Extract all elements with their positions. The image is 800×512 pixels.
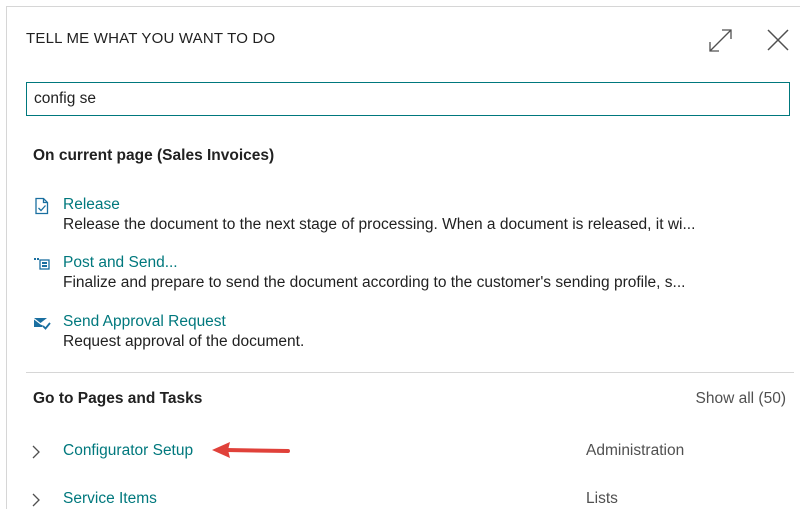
pages-tasks-heading: Go to Pages and Tasks	[33, 390, 203, 407]
chevron-right-icon	[32, 445, 40, 459]
action-send-approval-request-link[interactable]: Send Approval Request	[63, 313, 226, 331]
result-link[interactable]: Configurator Setup	[63, 442, 193, 460]
search-input[interactable]	[26, 82, 790, 116]
result-row-configurator-setup[interactable]: Configurator Setup Administration	[30, 440, 800, 464]
document-release-icon	[35, 197, 49, 215]
current-page-heading: On current page (Sales Invoices)	[33, 147, 275, 164]
close-icon	[767, 29, 789, 51]
action-send-approval-request-description: Request approval of the document.	[63, 333, 305, 350]
chevron-right-icon	[32, 493, 40, 507]
result-category: Administration	[586, 442, 685, 459]
action-release[interactable]: Release Release the document to the next…	[33, 196, 793, 238]
section-divider	[26, 372, 794, 373]
expand-button[interactable]	[704, 24, 736, 56]
post-and-send-icon	[34, 258, 50, 270]
result-row-service-items[interactable]: Service Items Lists	[30, 488, 800, 512]
show-all-link[interactable]: Show all (50)	[696, 390, 786, 408]
dialog-title: TELL ME WHAT YOU WANT TO DO	[26, 30, 276, 47]
action-send-approval-request[interactable]: Send Approval Request Request approval o…	[33, 313, 793, 355]
expand-icon	[709, 29, 732, 52]
result-category: Lists	[586, 490, 618, 507]
annotation-arrow-icon	[212, 442, 290, 458]
action-post-and-send-link[interactable]: Post and Send...	[63, 254, 178, 272]
close-button[interactable]	[762, 24, 794, 56]
action-post-and-send-description: Finalize and prepare to send the documen…	[63, 274, 686, 291]
action-post-and-send[interactable]: Post and Send... Finalize and prepare to…	[33, 254, 793, 296]
action-release-description: Release the document to the next stage o…	[63, 216, 696, 233]
action-release-link[interactable]: Release	[63, 196, 120, 214]
send-approval-icon	[34, 318, 51, 330]
result-link[interactable]: Service Items	[63, 490, 157, 508]
